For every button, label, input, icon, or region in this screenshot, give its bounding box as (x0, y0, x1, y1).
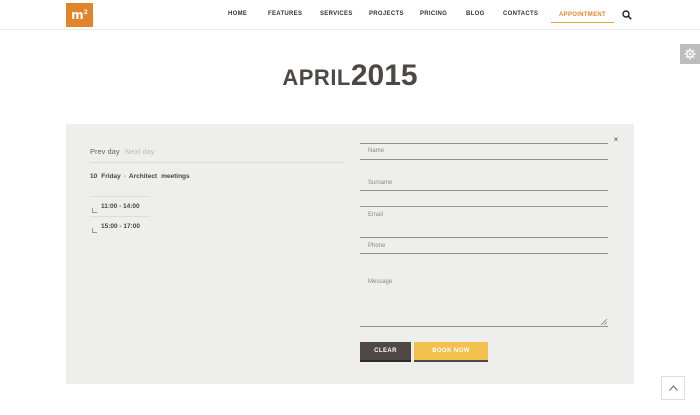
nav-blog[interactable]: BLOG (466, 11, 485, 17)
surname-placeholder: Surname (368, 180, 393, 186)
nav-services[interactable]: SERVICES (320, 11, 353, 17)
name-placeholder: Name (368, 148, 385, 154)
surname-field[interactable]: Surname (360, 176, 608, 191)
next-day-link[interactable]: Next day (125, 147, 155, 156)
day-number: 10 (90, 173, 98, 180)
clear-button[interactable]: CLEAR (360, 342, 411, 362)
time-slot[interactable]: 11:00 - 14:00 (90, 196, 150, 218)
divider (90, 162, 344, 163)
prev-day-link[interactable]: Prev day (90, 147, 120, 156)
message-field[interactable]: Message (360, 267, 608, 327)
nav-home[interactable]: HOME (228, 11, 247, 17)
nav-features[interactable]: FEATURES (268, 11, 302, 17)
time-slot-label: 15:00 - 17:00 (101, 223, 141, 230)
event-title-word2: meetings (161, 173, 190, 180)
book-now-button[interactable]: BOOK NOW (414, 342, 488, 362)
nav-pricing[interactable]: PRICING (420, 11, 447, 17)
time-slot-label: 11:00 - 14:00 (101, 203, 140, 210)
resize-grip-icon[interactable] (601, 319, 607, 325)
site-header: m2 HOME FEATURES SERVICES PROJECTS PRICI… (0, 0, 700, 30)
search-icon[interactable] (622, 10, 632, 20)
page-title: APRIL2015 (0, 56, 700, 93)
day-separator: - (123, 173, 126, 180)
time-slot[interactable]: 15:00 - 17:00 (90, 216, 150, 238)
booking-panel: Prev day Next day 10 Friday - Architect meet… (66, 124, 634, 384)
surname-underline (360, 192, 608, 207)
title-month: APRIL (282, 65, 351, 90)
chevron-up-icon (669, 385, 678, 391)
day-name: Friday (101, 173, 121, 180)
email-field[interactable]: Email (360, 208, 608, 238)
back-to-top-button[interactable] (661, 376, 685, 400)
site-logo[interactable]: m2 (66, 3, 93, 27)
event-title-word1: Architect (128, 173, 158, 180)
nav-appointment-button[interactable]: APPOINTMENT (551, 7, 614, 23)
nav-contacts[interactable]: CONTACTS (503, 11, 538, 17)
phone-placeholder: Phone (368, 243, 386, 249)
name-field[interactable]: Name (360, 144, 608, 160)
email-placeholder: Email (368, 212, 384, 218)
day-heading: 10 Friday - Architect meetings (90, 173, 190, 180)
message-placeholder: Message (368, 279, 393, 285)
title-year: 2015 (350, 59, 418, 92)
checkbox-icon[interactable] (92, 208, 97, 213)
nav-projects[interactable]: PROJECTS (369, 11, 404, 17)
phone-field[interactable]: Phone (360, 239, 608, 254)
close-icon[interactable]: × (612, 136, 620, 144)
checkbox-icon[interactable] (92, 228, 97, 233)
